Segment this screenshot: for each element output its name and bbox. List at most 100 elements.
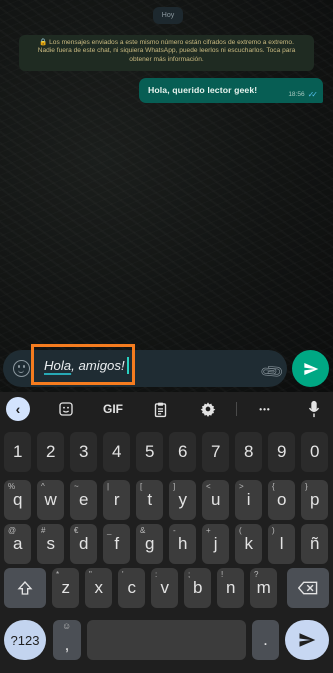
key-9[interactable]: 9 [268, 432, 296, 472]
key-label: n [225, 578, 236, 597]
clipboard-icon[interactable] [150, 399, 170, 419]
key-hint: < [206, 482, 211, 491]
settings-gear-icon[interactable] [198, 399, 218, 419]
key-label: a [12, 534, 23, 553]
key-x[interactable]: " x [85, 568, 113, 608]
key-0[interactable]: 0 [301, 432, 329, 472]
key-label: b [192, 578, 203, 597]
emoji-icon[interactable] [13, 360, 30, 377]
key-hint: ; [188, 570, 191, 579]
key-label: u [210, 490, 221, 509]
key-label: f [114, 534, 120, 553]
key-label: 6 [177, 442, 188, 461]
key-v[interactable]: :v [151, 568, 179, 608]
on-screen-keyboard: ‹ GIF ••• ?123 ☺ , . 1 2 3 4 5 6 7 8 9 0% q ^ w ~ e | r[… [0, 392, 333, 673]
comma-key[interactable]: ☺ , [53, 620, 81, 660]
key-m[interactable]: ? m [250, 568, 278, 608]
key-label: m [256, 578, 271, 597]
shift-key[interactable] [4, 568, 46, 608]
key-hint: @ [8, 526, 17, 535]
sticker-icon[interactable] [56, 399, 76, 419]
keyboard-back-icon[interactable]: ‹ [6, 397, 30, 421]
key-s[interactable]: # s [37, 524, 65, 564]
key-j[interactable]: + j [202, 524, 230, 564]
key-label: 1 [12, 442, 23, 461]
outgoing-message-bubble[interactable]: Hola, querido lector geek! 18:56 ✓✓ [139, 78, 323, 103]
key-3[interactable]: 3 [70, 432, 98, 472]
key-hint: } [305, 482, 308, 491]
key-label: l [279, 534, 284, 553]
symbols-key[interactable]: ?123 [4, 620, 46, 660]
gif-button[interactable]: GIF [100, 399, 126, 419]
key-h[interactable]: -h [169, 524, 197, 564]
key-n[interactable]: ! n [217, 568, 245, 608]
highlight-annotation-box [31, 344, 135, 385]
key-5[interactable]: 5 [136, 432, 164, 472]
key-b[interactable]: ; b [184, 568, 212, 608]
key-hint: : [155, 570, 158, 579]
key-label: h [177, 534, 188, 553]
key-c[interactable]: ' c [118, 568, 146, 608]
key-label: 9 [276, 442, 287, 461]
key-label: 0 [309, 442, 320, 461]
message-text: Hola, querido lector geek! [148, 85, 258, 95]
key-label: 3 [78, 442, 89, 461]
key-e[interactable]: ~ e [70, 480, 98, 520]
key-d[interactable]: € d [70, 524, 98, 564]
key-r[interactable]: | r [103, 480, 131, 520]
key-label: p [309, 490, 320, 509]
chat-background: Hoy 🔒 Los mensajes enviados a este mismo… [0, 0, 333, 392]
key-6[interactable]: 6 [169, 432, 197, 472]
key-hint: * [56, 570, 60, 579]
paperclip-icon[interactable]: 📎︎ [258, 358, 286, 386]
send-button[interactable] [292, 350, 329, 387]
date-chip: Hoy [153, 7, 183, 24]
key-label: x [94, 578, 103, 597]
key-label: 2 [45, 442, 56, 461]
read-ticks-icon: ✓✓ [307, 90, 319, 99]
key-i[interactable]: > i [235, 480, 263, 520]
key-hint: ^ [41, 482, 45, 491]
key-a[interactable]: @ a [4, 524, 32, 564]
key-u[interactable]: < u [202, 480, 230, 520]
key-2[interactable]: 2 [37, 432, 65, 472]
key-hint: ' [122, 570, 124, 579]
key-ñ[interactable]: ñ [301, 524, 329, 564]
key-o[interactable]: {o [268, 480, 296, 520]
key-8[interactable]: 8 [235, 432, 263, 472]
key-hint: # [41, 526, 46, 535]
key-p[interactable]: } p [301, 480, 329, 520]
more-options-icon[interactable]: ••• [254, 399, 276, 419]
keyboard-toolbar: ‹ GIF ••• [0, 392, 333, 425]
period-key[interactable]: . [252, 620, 279, 660]
keyboard-send-key[interactable] [285, 620, 329, 660]
key-y[interactable]: ] y [169, 480, 197, 520]
key-l[interactable]: ) l [268, 524, 296, 564]
backspace-key[interactable] [287, 568, 329, 608]
key-hint: ? [254, 570, 259, 579]
key-hint: ) [272, 526, 275, 535]
key-label: d [78, 534, 89, 553]
key-g[interactable]: & g [136, 524, 164, 564]
key-q[interactable]: % q [4, 480, 32, 520]
key-w[interactable]: ^ w [37, 480, 65, 520]
key-1[interactable]: 1 [4, 432, 32, 472]
key-k[interactable]: (k [235, 524, 263, 564]
key-t[interactable]: [t [136, 480, 164, 520]
space-bar[interactable] [87, 620, 246, 660]
key-hint: € [74, 526, 79, 535]
toolbar-separator [236, 402, 237, 416]
comma-label: , [64, 635, 70, 654]
key-z[interactable]: * z [52, 568, 80, 608]
key-label: w [44, 490, 57, 509]
key-label: k [244, 534, 253, 553]
key-4[interactable]: 4 [103, 432, 131, 472]
key-7[interactable]: 7 [202, 432, 230, 472]
key-label: 4 [111, 442, 122, 461]
key-hint: ~ [74, 482, 79, 491]
encryption-notice[interactable]: 🔒 Los mensajes enviados a este mismo núm… [19, 35, 314, 71]
key-f[interactable]: _ f [103, 524, 131, 564]
key-label: 7 [210, 442, 221, 461]
key-label: j [213, 534, 218, 553]
microphone-icon[interactable] [305, 399, 323, 419]
